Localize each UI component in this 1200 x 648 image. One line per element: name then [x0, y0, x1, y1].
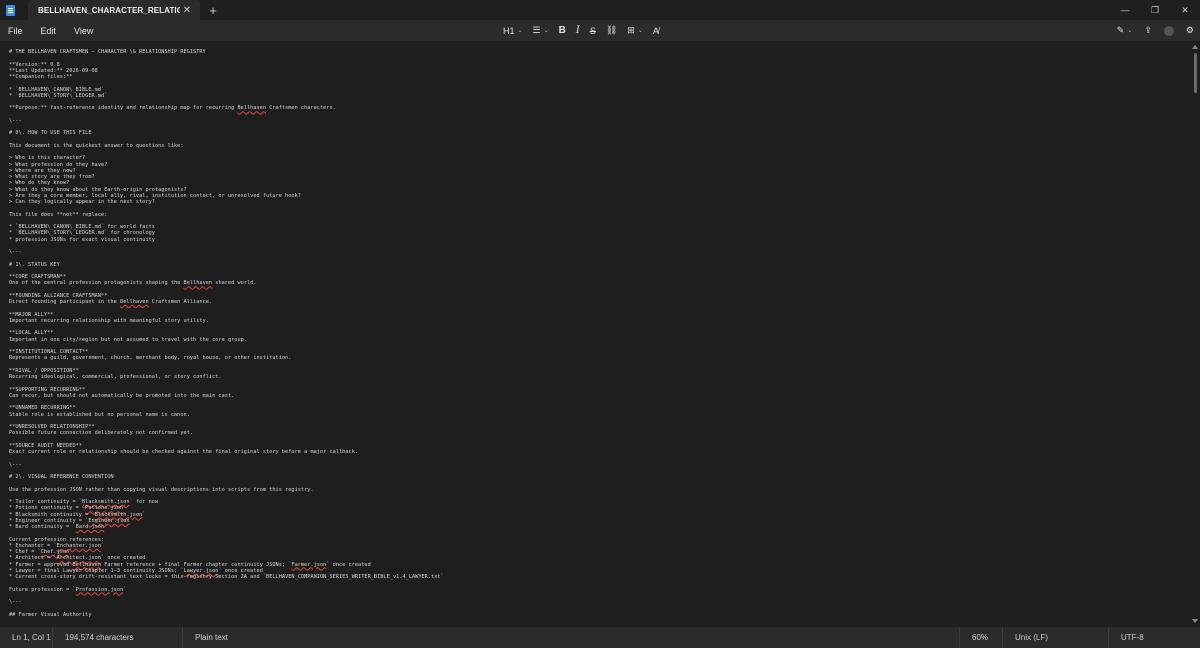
list-icon: ☰: [532, 25, 541, 35]
bold-button[interactable]: B: [559, 25, 566, 36]
clear-formatting-icon[interactable]: A̸: [653, 26, 659, 36]
text-editor[interactable]: # THE BELLHAVEN CRAFTSMEN — CHARACTER \&…: [0, 41, 1190, 627]
list-dropdown[interactable]: ☰ ⌄: [533, 25, 549, 36]
account-icon[interactable]: [1163, 25, 1174, 36]
tab-title: BELLHAVEN_CHARACTER_RELATIO: [38, 5, 180, 15]
table-icon: ⊞: [627, 25, 635, 35]
restore-button[interactable]: ❐: [1140, 0, 1170, 20]
document-line: ## Farmer Visual Authority: [9, 611, 92, 618]
right-toolbar: ✎ ⌄ ⇪ ⚙: [1105, 20, 1194, 41]
notepad-app-icon: [0, 0, 20, 20]
avatar: [1163, 25, 1174, 36]
new-tab-button[interactable]: +: [200, 0, 226, 20]
minimize-button[interactable]: —: [1110, 0, 1140, 20]
status-bar: Ln 1, Col 1 194,574 characters Plain tex…: [0, 627, 1200, 648]
chevron-down-icon: ⌄: [637, 28, 643, 34]
italic-button[interactable]: I: [576, 25, 580, 36]
scroll-thumb[interactable]: [1194, 53, 1197, 93]
close-tab-icon[interactable]: ✕: [180, 5, 194, 16]
table-dropdown[interactable]: ⊞ ⌄: [627, 25, 643, 36]
line-endings[interactable]: Unix (LF): [1002, 627, 1048, 648]
document-text: # THE BELLHAVEN CRAFTSMEN — CHARACTER \&…: [0, 41, 1190, 618]
encoding[interactable]: UTF-8: [1108, 627, 1144, 648]
copilot-dropdown[interactable]: ✎ ⌄: [1117, 25, 1133, 36]
zoom-level[interactable]: 60%: [959, 627, 988, 648]
title-bar: BELLHAVEN_CHARACTER_RELATIO ✕ + — ❐ ✕: [0, 0, 1200, 20]
menu-view[interactable]: View: [65, 26, 102, 36]
close-window-button[interactable]: ✕: [1170, 0, 1200, 20]
feedback-icon[interactable]: ⇪: [1144, 25, 1152, 36]
strikethrough-button[interactable]: S: [590, 26, 596, 36]
menu-edit[interactable]: Edit: [32, 26, 66, 36]
heading-dropdown[interactable]: H1 ⌄: [503, 26, 523, 36]
chevron-down-icon: ⌄: [517, 28, 523, 34]
file-format[interactable]: Plain text: [182, 627, 228, 648]
scroll-down-arrow-icon[interactable]: [1192, 619, 1198, 623]
character-count: 194,574 characters: [52, 627, 134, 648]
document-tab[interactable]: BELLHAVEN_CHARACTER_RELATIO ✕: [28, 0, 200, 20]
menu-bar: File Edit View H1 ⌄ ☰ ⌄ B I S ⛓ ⊞ ⌄ A̸ ✎ ⌄ ⇪…: [0, 20, 1200, 41]
vertical-scrollbar[interactable]: [1190, 41, 1200, 627]
heading-label: H1: [503, 25, 515, 36]
settings-gear-icon[interactable]: ⚙: [1186, 25, 1194, 36]
menu-file[interactable]: File: [0, 26, 32, 36]
window-controls: — ❐ ✕: [1110, 0, 1200, 20]
chevron-down-icon: ⌄: [543, 28, 549, 34]
formatting-toolbar: H1 ⌄ ☰ ⌄ B I S ⛓ ⊞ ⌄ A̸: [503, 20, 669, 41]
cursor-position[interactable]: Ln 1, Col 1: [0, 627, 51, 648]
chevron-down-icon: ⌄: [1127, 28, 1133, 34]
copilot-icon: ✎: [1116, 25, 1125, 35]
scroll-up-arrow-icon[interactable]: [1192, 45, 1198, 49]
link-icon[interactable]: ⛓: [606, 25, 617, 36]
